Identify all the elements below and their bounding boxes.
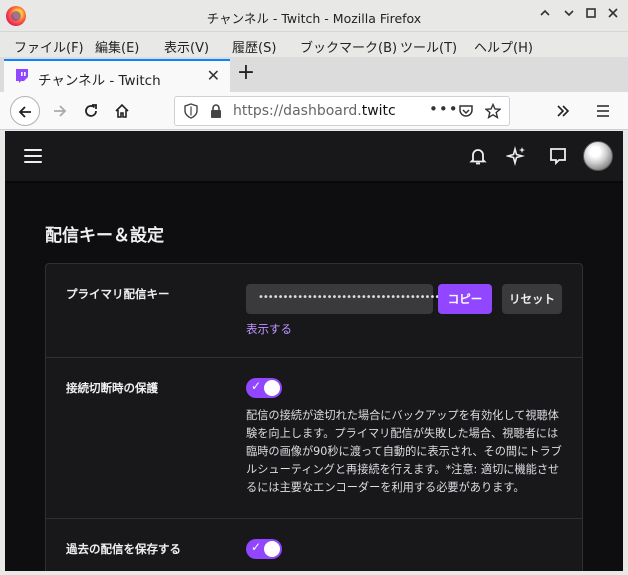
restore-button[interactable] <box>560 7 578 25</box>
menu-help[interactable]: ヘルプ(H) <box>474 37 533 56</box>
twitch-favicon-icon <box>16 69 28 83</box>
menu-bookmarks[interactable]: ブックマーク(B) <box>300 37 397 56</box>
page-actions-button[interactable]: ••• <box>429 100 459 118</box>
maximize-button[interactable] <box>582 7 600 25</box>
show-key-link[interactable]: 表示する <box>246 321 292 337</box>
url-text[interactable]: https://dashboard.twitch <box>233 103 395 119</box>
twitch-dashboard-page: 配信キー＆設定 プライマリ配信キー ••••••••••••••••••••••… <box>5 131 623 571</box>
minimize-button[interactable] <box>536 7 554 25</box>
menubar: ファイル(F) 編集(E) 表示(V) 履歴(S) ブックマーク(B) ツール(… <box>0 32 628 57</box>
menu-tools[interactable]: ツール(T) <box>400 37 457 56</box>
url-bar[interactable]: https://dashboard.twitch ••• <box>174 96 510 126</box>
sparkle-icon[interactable] <box>506 145 528 167</box>
reload-icon <box>85 104 97 117</box>
row-divider <box>46 357 582 358</box>
tab-title: チャンネル - Twitch <box>38 73 161 89</box>
toggle-knob <box>264 541 280 557</box>
twitch-top-nav <box>5 131 623 181</box>
navigation-bar: https://dashboard.twitch ••• <box>0 92 628 130</box>
stream-key-field[interactable]: ••••••••••••••••••••••••••••••••••••••••… <box>246 284 484 314</box>
user-avatar[interactable] <box>583 141 613 171</box>
lock-icon[interactable] <box>208 103 224 119</box>
back-button[interactable] <box>10 96 40 126</box>
reload-button[interactable] <box>76 96 106 126</box>
copy-key-button[interactable]: コピー <box>438 284 492 314</box>
disconnect-protection-description: 配信の接続が途切れた場合にバックアップを有効化して視聴体験を向上します。プライマ… <box>246 409 562 494</box>
close-window-button[interactable] <box>604 7 622 25</box>
tracking-protection-shield-icon[interactable] <box>183 103 199 119</box>
maximize-icon <box>586 8 596 18</box>
reset-key-button[interactable]: リセット <box>502 284 562 314</box>
whispers-chat-icon[interactable] <box>547 145 569 167</box>
window-titlebar: チャンネル - Twitch - Mozilla Firefox <box>0 0 628 32</box>
save-past-broadcasts-toggle[interactable]: ✓ <box>246 539 282 559</box>
primary-key-label: プライマリ配信キー <box>66 287 170 301</box>
app-menu-button[interactable] <box>588 96 618 126</box>
close-icon <box>608 8 618 18</box>
new-tab-button[interactable]: + <box>236 59 256 89</box>
forward-button[interactable] <box>45 96 75 126</box>
menu-view[interactable]: 表示(V) <box>164 37 209 56</box>
checkmark-icon: ✓ <box>251 379 262 393</box>
save-past-broadcasts-label: 過去の配信を保存する <box>66 542 181 556</box>
side-menu-icon[interactable] <box>24 149 42 163</box>
checkmark-icon: ✓ <box>251 540 262 554</box>
arrow-left-icon <box>18 106 31 118</box>
notifications-bell-icon[interactable] <box>467 145 489 167</box>
arrow-right-icon <box>54 105 67 117</box>
home-button[interactable] <box>107 96 137 126</box>
pocket-icon[interactable] <box>458 103 474 119</box>
double-chevron-right-icon <box>557 105 570 117</box>
menu-history[interactable]: 履歴(S) <box>232 37 276 56</box>
bookmark-star-icon[interactable] <box>485 103 501 119</box>
tab-strip: チャンネル - Twitch ✕ + <box>0 57 628 92</box>
tab-close-icon[interactable]: ✕ <box>207 66 220 85</box>
toggle-knob <box>264 380 280 396</box>
overflow-menu-button[interactable] <box>548 96 578 126</box>
disconnect-protection-label: 接続切断時の保護 <box>66 381 158 395</box>
chevron-up-icon <box>540 9 550 16</box>
page-title: 配信キー＆設定 <box>45 226 164 246</box>
row-divider <box>46 518 582 519</box>
disconnect-protection-toggle[interactable]: ✓ <box>246 378 282 398</box>
menu-edit[interactable]: 編集(E) <box>95 37 139 56</box>
stream-key-settings-card: プライマリ配信キー ••••••••••••••••••••••••••••••… <box>45 263 583 571</box>
chevron-down-icon <box>564 10 574 17</box>
tab-twitch-channel[interactable]: チャンネル - Twitch ✕ <box>4 59 230 92</box>
hamburger-menu-icon <box>597 105 609 117</box>
menu-file[interactable]: ファイル(F) <box>14 37 84 56</box>
window-title: チャンネル - Twitch - Mozilla Firefox <box>206 11 422 26</box>
home-icon <box>115 103 129 118</box>
